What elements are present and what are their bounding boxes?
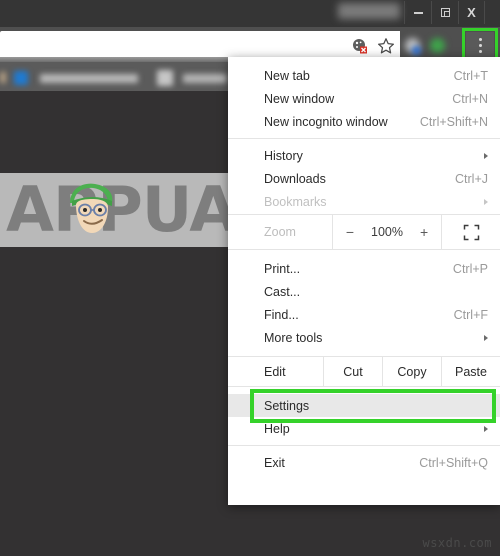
bookmark-item-edge[interactable] <box>0 72 6 83</box>
menu-item-label: Help <box>264 421 290 436</box>
menu-item-label: New incognito window <box>264 114 388 129</box>
window-close-button[interactable]: X <box>458 1 485 24</box>
menu-group-padding <box>228 250 500 257</box>
menu-separator <box>228 138 500 139</box>
close-icon: X <box>467 5 476 20</box>
menu-item-label: History <box>264 148 303 163</box>
menu-bottom-padding <box>228 474 500 481</box>
menu-item-find[interactable]: Find... Ctrl+F <box>228 303 500 326</box>
menu-item-label: Find... <box>264 307 299 322</box>
menu-item-settings[interactable]: Settings <box>228 394 500 417</box>
menu-edit-row: Edit Cut Copy Paste <box>228 356 500 387</box>
menu-item-new-incognito-window[interactable]: New incognito window Ctrl+Shift+N <box>228 110 500 133</box>
menu-item-new-tab[interactable]: New tab Ctrl+T <box>228 64 500 87</box>
edit-label: Edit <box>228 357 324 386</box>
menu-item-bookmarks[interactable]: Bookmarks <box>228 190 500 213</box>
window-minimize-button[interactable] <box>404 1 431 24</box>
menu-item-label: Bookmarks <box>264 194 327 209</box>
chevron-right-icon <box>484 198 488 205</box>
chevron-right-icon <box>484 425 488 432</box>
window-titlebar: X <box>0 0 500 27</box>
zoom-out-button[interactable]: − <box>346 224 354 240</box>
zoom-in-button[interactable]: + <box>420 224 428 240</box>
window-title-blurred <box>338 3 400 19</box>
copy-button[interactable]: Copy <box>383 357 442 386</box>
star-icon[interactable] <box>377 37 395 55</box>
chevron-right-icon <box>484 334 488 341</box>
menu-item-help[interactable]: Help <box>228 417 500 440</box>
fullscreen-button[interactable] <box>442 215 500 249</box>
menu-item-cast[interactable]: Cast... <box>228 280 500 303</box>
menu-zoom-row: Zoom − 100% + <box>228 214 500 250</box>
wsxdn-watermark: wsxdn.com <box>422 536 492 550</box>
menu-item-shortcut: Ctrl+P <box>452 261 488 276</box>
menu-group-padding <box>228 349 500 356</box>
extension-icon-2[interactable] <box>430 38 445 53</box>
paste-button[interactable]: Paste <box>442 357 500 386</box>
menu-item-new-window[interactable]: New window Ctrl+N <box>228 87 500 110</box>
zoom-controls: − 100% + <box>332 215 442 249</box>
menu-item-label: New window <box>264 91 335 106</box>
bookmark-favicon-1[interactable] <box>14 71 28 85</box>
address-bar[interactable] <box>0 31 400 60</box>
zoom-label: Zoom <box>264 225 296 239</box>
menu-top-padding <box>228 57 500 64</box>
menu-item-label: Exit <box>264 455 285 470</box>
three-dot-menu-icon <box>478 49 482 53</box>
menu-item-label: Print... <box>264 261 301 276</box>
menu-item-label: More tools <box>264 330 323 345</box>
extension-icon-1-badge <box>412 46 421 55</box>
menu-item-more-tools[interactable]: More tools <box>228 326 500 349</box>
menu-item-label: Downloads <box>264 171 326 186</box>
restore-icon <box>440 8 450 17</box>
menu-item-shortcut: Ctrl+F <box>453 307 488 322</box>
bookmark-label-1[interactable] <box>40 74 138 83</box>
bookmark-label-2[interactable] <box>183 74 227 83</box>
cut-button[interactable]: Cut <box>324 357 383 386</box>
three-dot-menu-icon <box>478 37 482 41</box>
fullscreen-icon <box>463 224 479 240</box>
menu-item-shortcut: Ctrl+T <box>453 68 488 83</box>
menu-separator <box>228 445 500 446</box>
chevron-right-icon <box>484 152 488 159</box>
three-dot-menu-button[interactable] <box>466 32 494 58</box>
menu-item-label: New tab <box>264 68 310 83</box>
zoom-level-value: 100% <box>371 225 403 239</box>
menu-item-exit[interactable]: Exit Ctrl+Shift+Q <box>228 451 500 474</box>
minimize-icon <box>413 11 423 14</box>
menu-item-shortcut: Ctrl+Shift+N <box>419 114 488 129</box>
cookie-blocked-icon[interactable] <box>352 38 368 54</box>
menu-item-label: Cast... <box>264 284 301 299</box>
window-restore-button[interactable] <box>431 1 458 24</box>
menu-item-history[interactable]: History <box>228 144 500 167</box>
menu-item-label: Settings <box>264 398 310 413</box>
chrome-main-menu: New tab Ctrl+T New window Ctrl+N New inc… <box>228 57 500 505</box>
menu-item-shortcut: Ctrl+J <box>455 171 488 186</box>
menu-item-print[interactable]: Print... Ctrl+P <box>228 257 500 280</box>
menu-item-shortcut: Ctrl+Shift+Q <box>419 455 488 470</box>
three-dot-menu-icon <box>478 43 482 47</box>
bookmark-favicon-2[interactable] <box>157 70 173 86</box>
page-content-area <box>0 91 232 556</box>
menu-item-shortcut: Ctrl+N <box>452 91 488 106</box>
menu-item-downloads[interactable]: Downloads Ctrl+J <box>228 167 500 190</box>
menu-group-padding <box>228 387 500 394</box>
